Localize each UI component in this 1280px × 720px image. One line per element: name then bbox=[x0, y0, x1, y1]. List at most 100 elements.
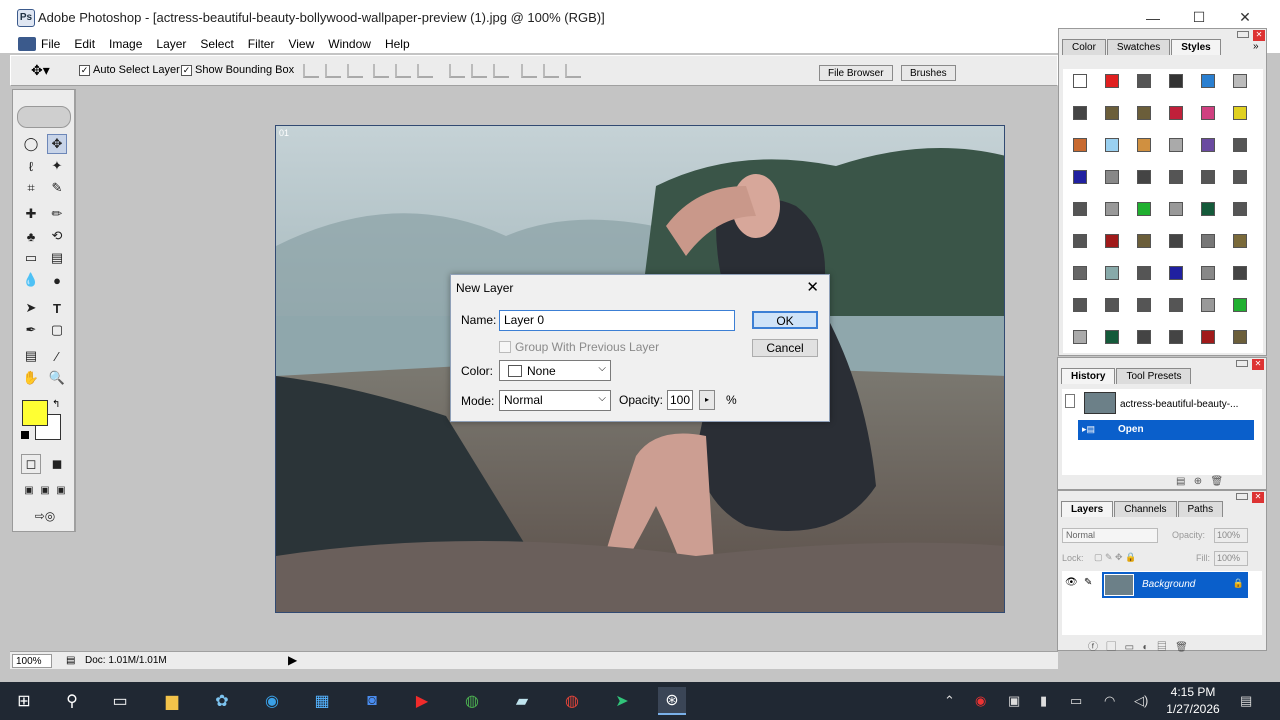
menu-edit[interactable]: Edit bbox=[74, 37, 95, 51]
copilot-icon[interactable]: ✿ bbox=[208, 687, 236, 715]
quick-mask-mode-icon[interactable]: ◼ bbox=[47, 454, 67, 474]
chrome-icon[interactable]: ◍ bbox=[458, 687, 486, 715]
history-footer-icons[interactable]: ▤ ⊕ 🗑 bbox=[1176, 476, 1223, 487]
style-preset-swatch[interactable] bbox=[1233, 106, 1247, 120]
tab-tool-presets[interactable]: Tool Presets bbox=[1116, 368, 1192, 384]
eraser-tool-icon[interactable]: ▭ bbox=[21, 248, 41, 268]
menu-image[interactable]: Image bbox=[109, 37, 142, 51]
tab-channels[interactable]: Channels bbox=[1114, 501, 1177, 517]
hand-tool-icon[interactable]: ✋ bbox=[21, 368, 41, 388]
pen-tool-icon[interactable]: ✒ bbox=[21, 320, 41, 340]
style-preset-swatch[interactable] bbox=[1073, 234, 1087, 248]
swap-colors-icon[interactable]: ↰ bbox=[52, 399, 60, 410]
color-select[interactable]: None ⌵ bbox=[499, 360, 611, 381]
task-view-icon[interactable]: ▭ bbox=[106, 687, 134, 715]
align-left-icon[interactable] bbox=[373, 64, 389, 78]
slice-tool-icon[interactable]: ✎ bbox=[47, 178, 67, 198]
panel-minimize-icon[interactable] bbox=[1236, 493, 1248, 500]
style-preset-swatch[interactable] bbox=[1233, 298, 1247, 312]
blend-mode-select[interactable]: Normal bbox=[1062, 528, 1158, 543]
brushes-tab[interactable]: Brushes bbox=[901, 65, 956, 81]
menu-window[interactable]: Window bbox=[328, 37, 371, 51]
style-preset-swatch[interactable] bbox=[1169, 298, 1183, 312]
dodge-tool-icon[interactable]: ● bbox=[47, 270, 67, 290]
style-preset-swatch[interactable] bbox=[1201, 266, 1215, 280]
style-preset-swatch[interactable] bbox=[1073, 330, 1087, 344]
style-preset-swatch[interactable] bbox=[1105, 138, 1119, 152]
style-preset-swatch[interactable] bbox=[1105, 298, 1119, 312]
history-state-open[interactable]: ▸▤ Open bbox=[1078, 420, 1254, 440]
dialog-close-icon[interactable]: ✕ bbox=[806, 278, 819, 296]
layer-name-input[interactable]: Layer 0 bbox=[499, 310, 735, 331]
panel-menu-icon[interactable]: » bbox=[1253, 41, 1259, 52]
clone-stamp-tool-icon[interactable]: ♣ bbox=[21, 226, 41, 246]
eye-icon[interactable]: 👁 bbox=[1065, 577, 1078, 588]
eyedropper-tool-icon[interactable]: ⁄ bbox=[47, 346, 67, 366]
style-preset-swatch[interactable] bbox=[1169, 234, 1183, 248]
file-explorer-icon[interactable]: ▆ bbox=[158, 687, 186, 715]
notifications-icon[interactable]: ▤ bbox=[1240, 693, 1252, 709]
screen-mode-full-icon[interactable]: ▣ bbox=[51, 480, 71, 500]
chrome-profile-icon[interactable]: ◍ bbox=[558, 687, 586, 715]
style-preset-swatch[interactable] bbox=[1105, 170, 1119, 184]
layers-opacity-input[interactable]: 100% bbox=[1214, 528, 1248, 543]
opacity-input[interactable]: 100 bbox=[667, 390, 693, 410]
app-arrow-icon[interactable]: ➤ bbox=[608, 687, 636, 715]
opacity-slider-arrow-icon[interactable]: ▸ bbox=[699, 390, 715, 410]
start-windows-icon[interactable]: ⊞ bbox=[10, 687, 38, 715]
style-preset-swatch[interactable] bbox=[1169, 202, 1183, 216]
menu-filter[interactable]: Filter bbox=[248, 37, 275, 51]
panel-minimize-icon[interactable] bbox=[1237, 31, 1249, 38]
panel-minimize-icon[interactable] bbox=[1236, 360, 1248, 367]
style-preset-swatch[interactable] bbox=[1105, 266, 1119, 280]
edge-browser-icon[interactable]: ◉ bbox=[258, 687, 286, 715]
tab-styles[interactable]: Styles bbox=[1171, 39, 1221, 55]
menu-view[interactable]: View bbox=[288, 37, 314, 51]
microsoft-store-icon[interactable]: ▦ bbox=[308, 687, 336, 715]
distribute-bottom-icon[interactable] bbox=[493, 64, 509, 78]
style-preset-swatch[interactable] bbox=[1137, 330, 1151, 344]
standard-mode-icon[interactable]: ◻ bbox=[21, 454, 41, 474]
search-icon[interactable]: ⚲ bbox=[58, 687, 86, 715]
print-preview-icon[interactable]: ▤ bbox=[66, 655, 75, 666]
style-preset-swatch[interactable] bbox=[1105, 330, 1119, 344]
style-preset-swatch[interactable] bbox=[1233, 170, 1247, 184]
style-preset-swatch[interactable] bbox=[1105, 234, 1119, 248]
lasso-tool-icon[interactable]: ℓ bbox=[21, 156, 41, 176]
style-preset-swatch[interactable] bbox=[1073, 170, 1087, 184]
style-preset-swatch[interactable] bbox=[1233, 234, 1247, 248]
distribute-vcenter-icon[interactable] bbox=[471, 64, 487, 78]
style-preset-swatch[interactable] bbox=[1201, 234, 1215, 248]
status-menu-arrow-icon[interactable]: ▶ bbox=[288, 653, 297, 667]
style-preset-swatch[interactable] bbox=[1137, 234, 1151, 248]
path-selection-tool-icon[interactable]: ➤ bbox=[21, 298, 41, 318]
tab-paths[interactable]: Paths bbox=[1177, 501, 1224, 517]
style-preset-swatch[interactable] bbox=[1169, 266, 1183, 280]
style-preset-swatch[interactable] bbox=[1073, 74, 1087, 88]
distribute-left-icon[interactable] bbox=[521, 64, 537, 78]
menu-select[interactable]: Select bbox=[200, 37, 233, 51]
align-top-icon[interactable] bbox=[303, 64, 319, 78]
style-preset-swatch[interactable] bbox=[1137, 106, 1151, 120]
youtube-icon[interactable]: ▶ bbox=[408, 687, 436, 715]
style-preset-swatch[interactable] bbox=[1201, 138, 1215, 152]
distribute-top-icon[interactable] bbox=[449, 64, 465, 78]
style-preset-swatch[interactable] bbox=[1233, 202, 1247, 216]
style-preset-swatch[interactable] bbox=[1073, 266, 1087, 280]
lock-icons[interactable]: ▢ ✎ ✥ 🔒 bbox=[1094, 552, 1136, 563]
panel-close-icon[interactable]: ✕ bbox=[1253, 30, 1265, 41]
default-colors-icon[interactable] bbox=[21, 431, 29, 439]
notes-tool-icon[interactable]: ▤ bbox=[21, 346, 41, 366]
align-hcenter-icon[interactable] bbox=[395, 64, 411, 78]
panel-close-icon[interactable]: ✕ bbox=[1252, 492, 1264, 503]
menu-layer[interactable]: Layer bbox=[156, 37, 186, 51]
adobe-online-icon[interactable] bbox=[17, 106, 71, 128]
tab-swatches[interactable]: Swatches bbox=[1106, 39, 1171, 55]
style-preset-swatch[interactable] bbox=[1201, 298, 1215, 312]
foreground-color-swatch-top[interactable] bbox=[22, 400, 48, 426]
style-preset-swatch[interactable] bbox=[1169, 138, 1183, 152]
style-preset-swatch[interactable] bbox=[1169, 330, 1183, 344]
fill-input[interactable]: 100% bbox=[1214, 551, 1248, 566]
style-preset-swatch[interactable] bbox=[1169, 74, 1183, 88]
distribute-right-icon[interactable] bbox=[565, 64, 581, 78]
